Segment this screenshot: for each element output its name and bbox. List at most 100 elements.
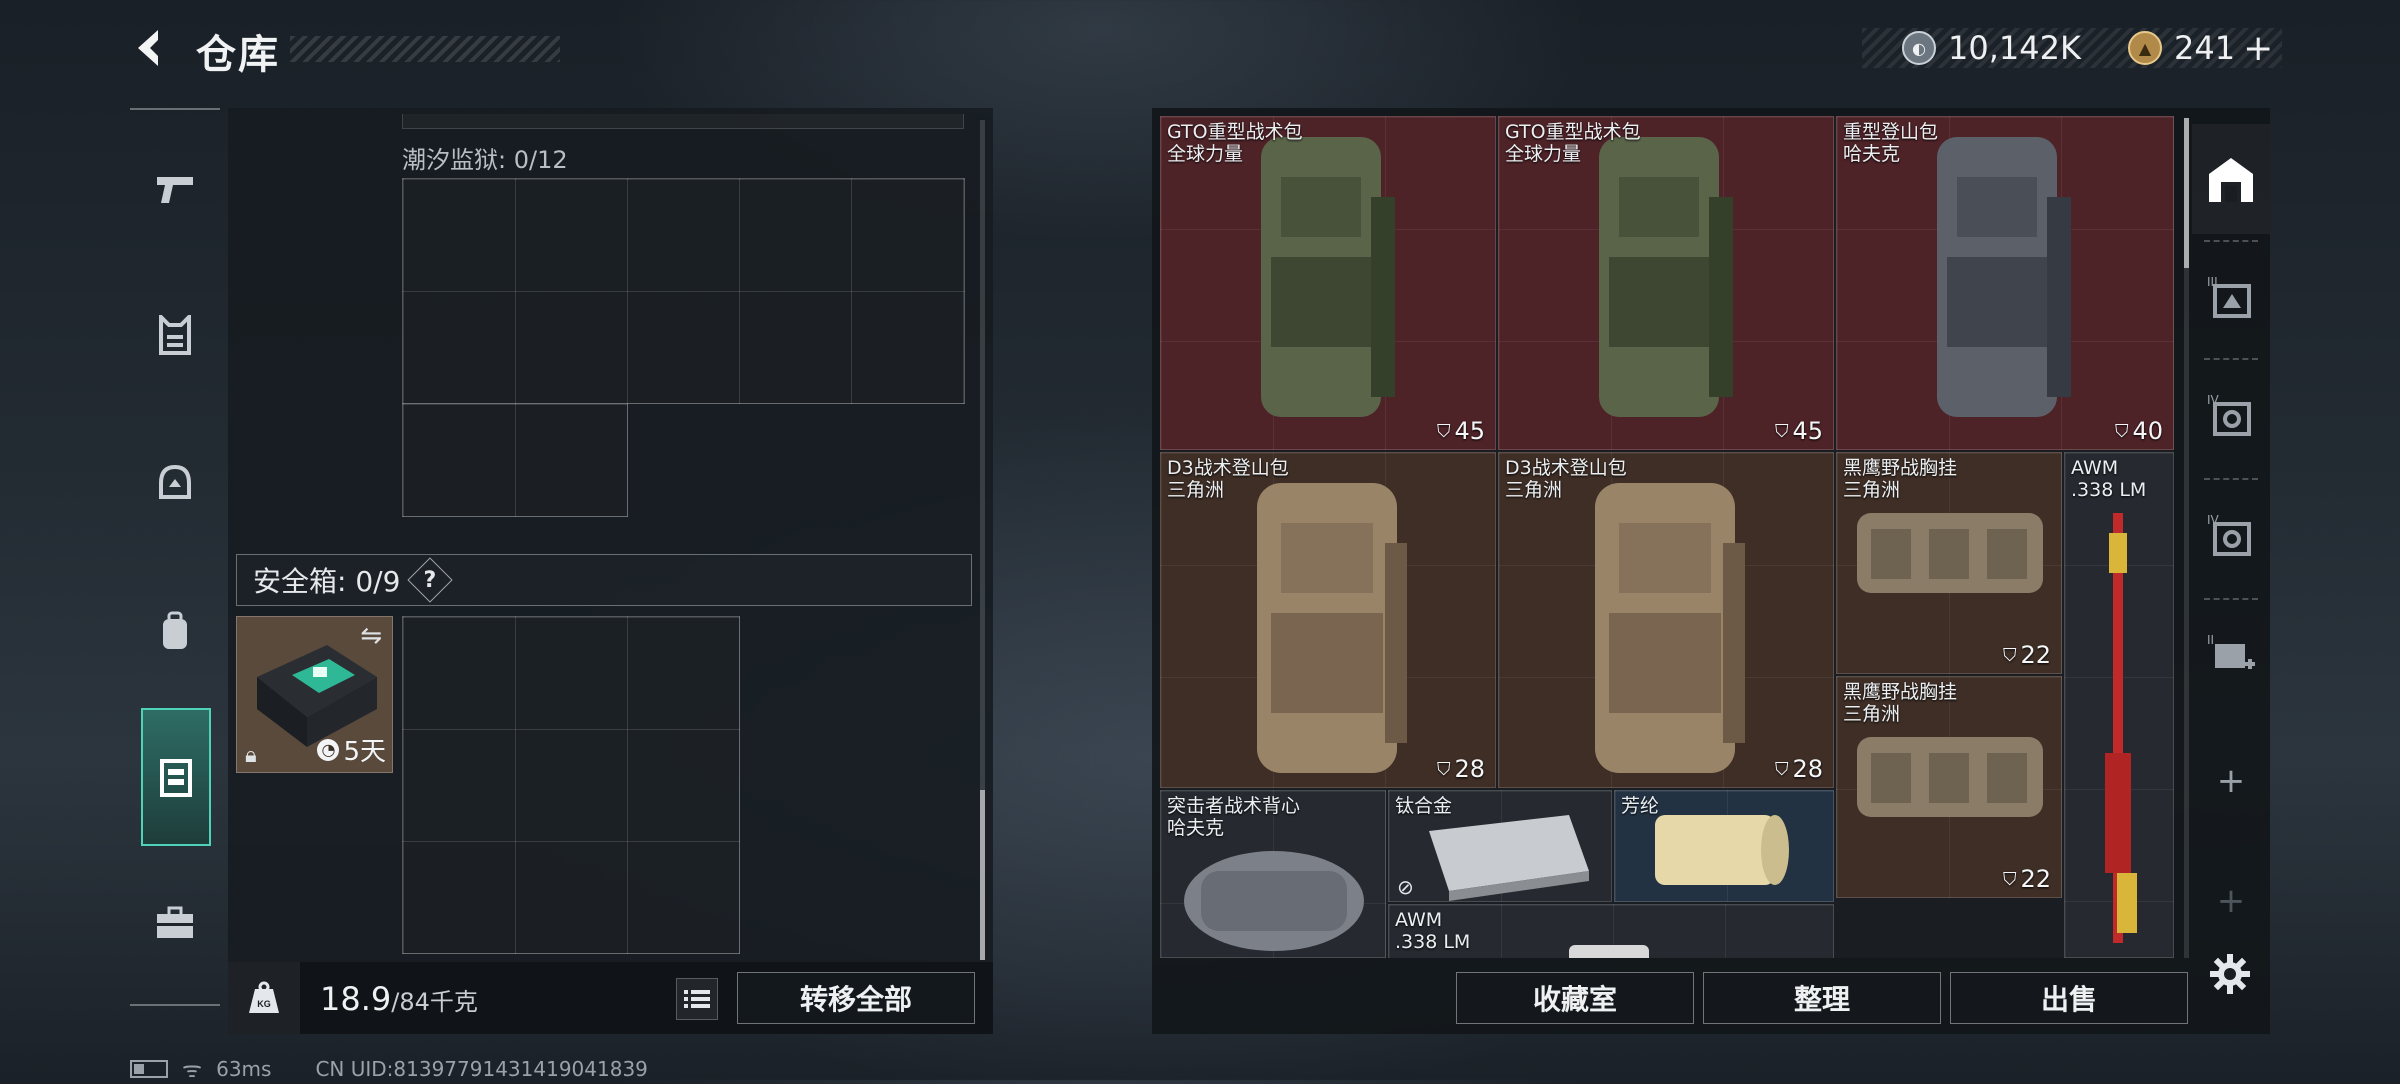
storage-tier3-icon: III [2207, 275, 2251, 318]
inventory-item[interactable]: 黑鹰野战胸挂 三角洲 ⛉ 22 [1836, 452, 2062, 674]
nav-container[interactable] [141, 708, 211, 846]
inventory-item[interactable]: AWM .338 LM [1388, 904, 1834, 958]
nav-briefcase[interactable] [140, 888, 210, 958]
back-button[interactable] [128, 26, 172, 70]
item-title: 重型登山包 [1843, 121, 1939, 143]
item-name: GTO重型战术包 全球力量 [1505, 121, 1641, 165]
capacity-icon: ⛉ [1774, 420, 1789, 442]
item-capacity: ⛉ 40 [2115, 417, 2163, 445]
untradable-icon: ⊘ [1397, 875, 1414, 899]
sort-button[interactable]: 整理 [1703, 972, 1941, 1024]
capacity-value: 45 [1454, 417, 1485, 445]
prev-container-grid-edge [402, 114, 964, 129]
item-name: 重型登山包 哈夫克 [1843, 121, 1938, 165]
capacity-icon: ⛉ [1774, 758, 1789, 780]
inventory-item[interactable]: 芳纶 [1614, 790, 1834, 902]
collection-room-button[interactable]: 收藏室 [1456, 972, 1694, 1024]
nav-backpack[interactable] [140, 596, 210, 666]
tab-warehouse[interactable] [2192, 124, 2270, 234]
weight-icon-box: KG [228, 962, 300, 1034]
item-title: 黑鹰野战胸挂 [1843, 457, 1958, 479]
capacity-value: 45 [1792, 417, 1823, 445]
safebox-label: 安全箱: 0/9 [253, 565, 401, 598]
inventory-item[interactable]: GTO重型战术包 全球力量 ⛉ 45 [1160, 116, 1496, 450]
currency-gold[interactable]: ▲ 241 + [2128, 28, 2273, 69]
list-view-button[interactable] [676, 978, 718, 1020]
helmet-icon [159, 464, 191, 499]
swap-icon[interactable]: ⇋ [360, 621, 382, 651]
list-icon [684, 990, 710, 1008]
tab-storage-4a[interactable]: IV [2192, 360, 2270, 470]
nav-armor[interactable] [140, 300, 210, 370]
backpack-icon [163, 611, 187, 649]
warehouse-icon [2209, 158, 2253, 202]
clock-icon: ◔ [317, 738, 340, 761]
nav-helmet[interactable] [140, 448, 210, 518]
add-tab-button-disabled: + [2192, 846, 2270, 956]
item-image [1595, 483, 1745, 773]
item-title: 突击者战术背心 [1167, 795, 1301, 817]
help-button[interactable]: ? [407, 557, 454, 603]
transfer-all-button[interactable]: 转移全部 [737, 972, 975, 1024]
item-subtitle: 全球力量 [1167, 143, 1244, 165]
item-image [1257, 483, 1407, 773]
tide-prison-grid[interactable] [402, 178, 965, 404]
item-capacity: ⛉ 22 [2003, 641, 2051, 669]
tab-storage-2[interactable]: II [2192, 600, 2270, 710]
add-currency-button[interactable]: + [2243, 28, 2273, 69]
item-name: AWM .338 LM [2071, 457, 2146, 501]
capacity-value: 28 [1454, 755, 1485, 783]
item-name: D3战术登山包 三角洲 [1167, 457, 1289, 501]
plus-icon: + [2216, 761, 2246, 801]
settings-button[interactable] [2208, 952, 2256, 1000]
inventory-item[interactable]: 钛合金 ⊘ [1388, 790, 1612, 902]
help-icon: ? [424, 567, 437, 593]
safebox-item[interactable]: ⇋ 🔒︎ ◔ 5天 [236, 616, 393, 773]
add-tab-button[interactable]: + [2192, 726, 2270, 836]
item-subtitle: 三角洲 [1167, 479, 1225, 501]
item-name: 突击者战术背心 哈夫克 [1167, 795, 1300, 839]
right-scrollbar-thumb[interactable] [2184, 118, 2189, 268]
briefcase-icon [157, 906, 193, 938]
item-title: AWM [1395, 909, 1443, 931]
pistol-icon [157, 177, 193, 203]
item-name: 钛合金 [1395, 795, 1452, 817]
item-capacity: ⛉ 45 [1437, 417, 1485, 445]
sell-button[interactable]: 出售 [1950, 972, 2188, 1024]
inventory-item[interactable]: AWM .338 LM [2064, 452, 2174, 958]
tab-storage-3[interactable]: III [2192, 242, 2270, 352]
weight-readout: 18.9/84千克 [320, 980, 478, 1018]
capacity-value: 22 [2020, 641, 2051, 669]
tide-prison-grid-bottom[interactable] [402, 403, 628, 517]
capacity-icon: ⛉ [2002, 644, 2017, 666]
inventory-item[interactable]: 突击者战术背心 哈夫克 [1160, 790, 1386, 958]
item-image [1937, 137, 2071, 417]
item-capacity: ⛉ 22 [2003, 865, 2051, 893]
safebox-grid[interactable] [402, 616, 740, 954]
item-title: D3战术登山包 [1167, 457, 1289, 479]
svg-text:II: II [2207, 633, 2214, 647]
weight-max: /84千克 [391, 988, 478, 1016]
item-subtitle: 三角洲 [1843, 479, 1901, 501]
inventory-item[interactable]: D3战术登山包 三角洲 ⛉ 28 [1498, 452, 1834, 788]
tab-storage-4b[interactable]: IV [2192, 480, 2270, 590]
storage-tier4-icon: IV [2207, 513, 2251, 556]
inventory-item[interactable]: 黑鹰野战胸挂 三角洲 ⛉ 22 [1836, 676, 2062, 898]
weight-kg-icon: KG [249, 981, 279, 1013]
inventory-item[interactable]: 重型登山包 哈夫克 ⛉ 40 [1836, 116, 2174, 450]
currency-silver[interactable]: ◐ 10,142K [1902, 28, 2081, 68]
item-subtitle: 三角洲 [1843, 703, 1901, 725]
inventory-item[interactable]: GTO重型战术包 全球力量 ⛉ 45 [1498, 116, 1834, 450]
category-nav [130, 108, 220, 1008]
capacity-value: 28 [1792, 755, 1823, 783]
back-arrow-icon [138, 30, 158, 66]
gold-amount: 241 [2174, 29, 2236, 67]
item-name: AWM .338 LM [1395, 909, 1470, 953]
item-name: D3战术登山包 三角洲 [1505, 457, 1627, 501]
nav-weapons[interactable] [140, 154, 210, 224]
inventory-item[interactable]: D3战术登山包 三角洲 ⛉ 28 [1160, 452, 1496, 788]
item-title: GTO重型战术包 [1505, 121, 1641, 143]
left-scrollbar-thumb[interactable] [980, 790, 985, 960]
plus-icon: + [2216, 881, 2246, 921]
ping-text: 63ms [216, 1057, 272, 1081]
